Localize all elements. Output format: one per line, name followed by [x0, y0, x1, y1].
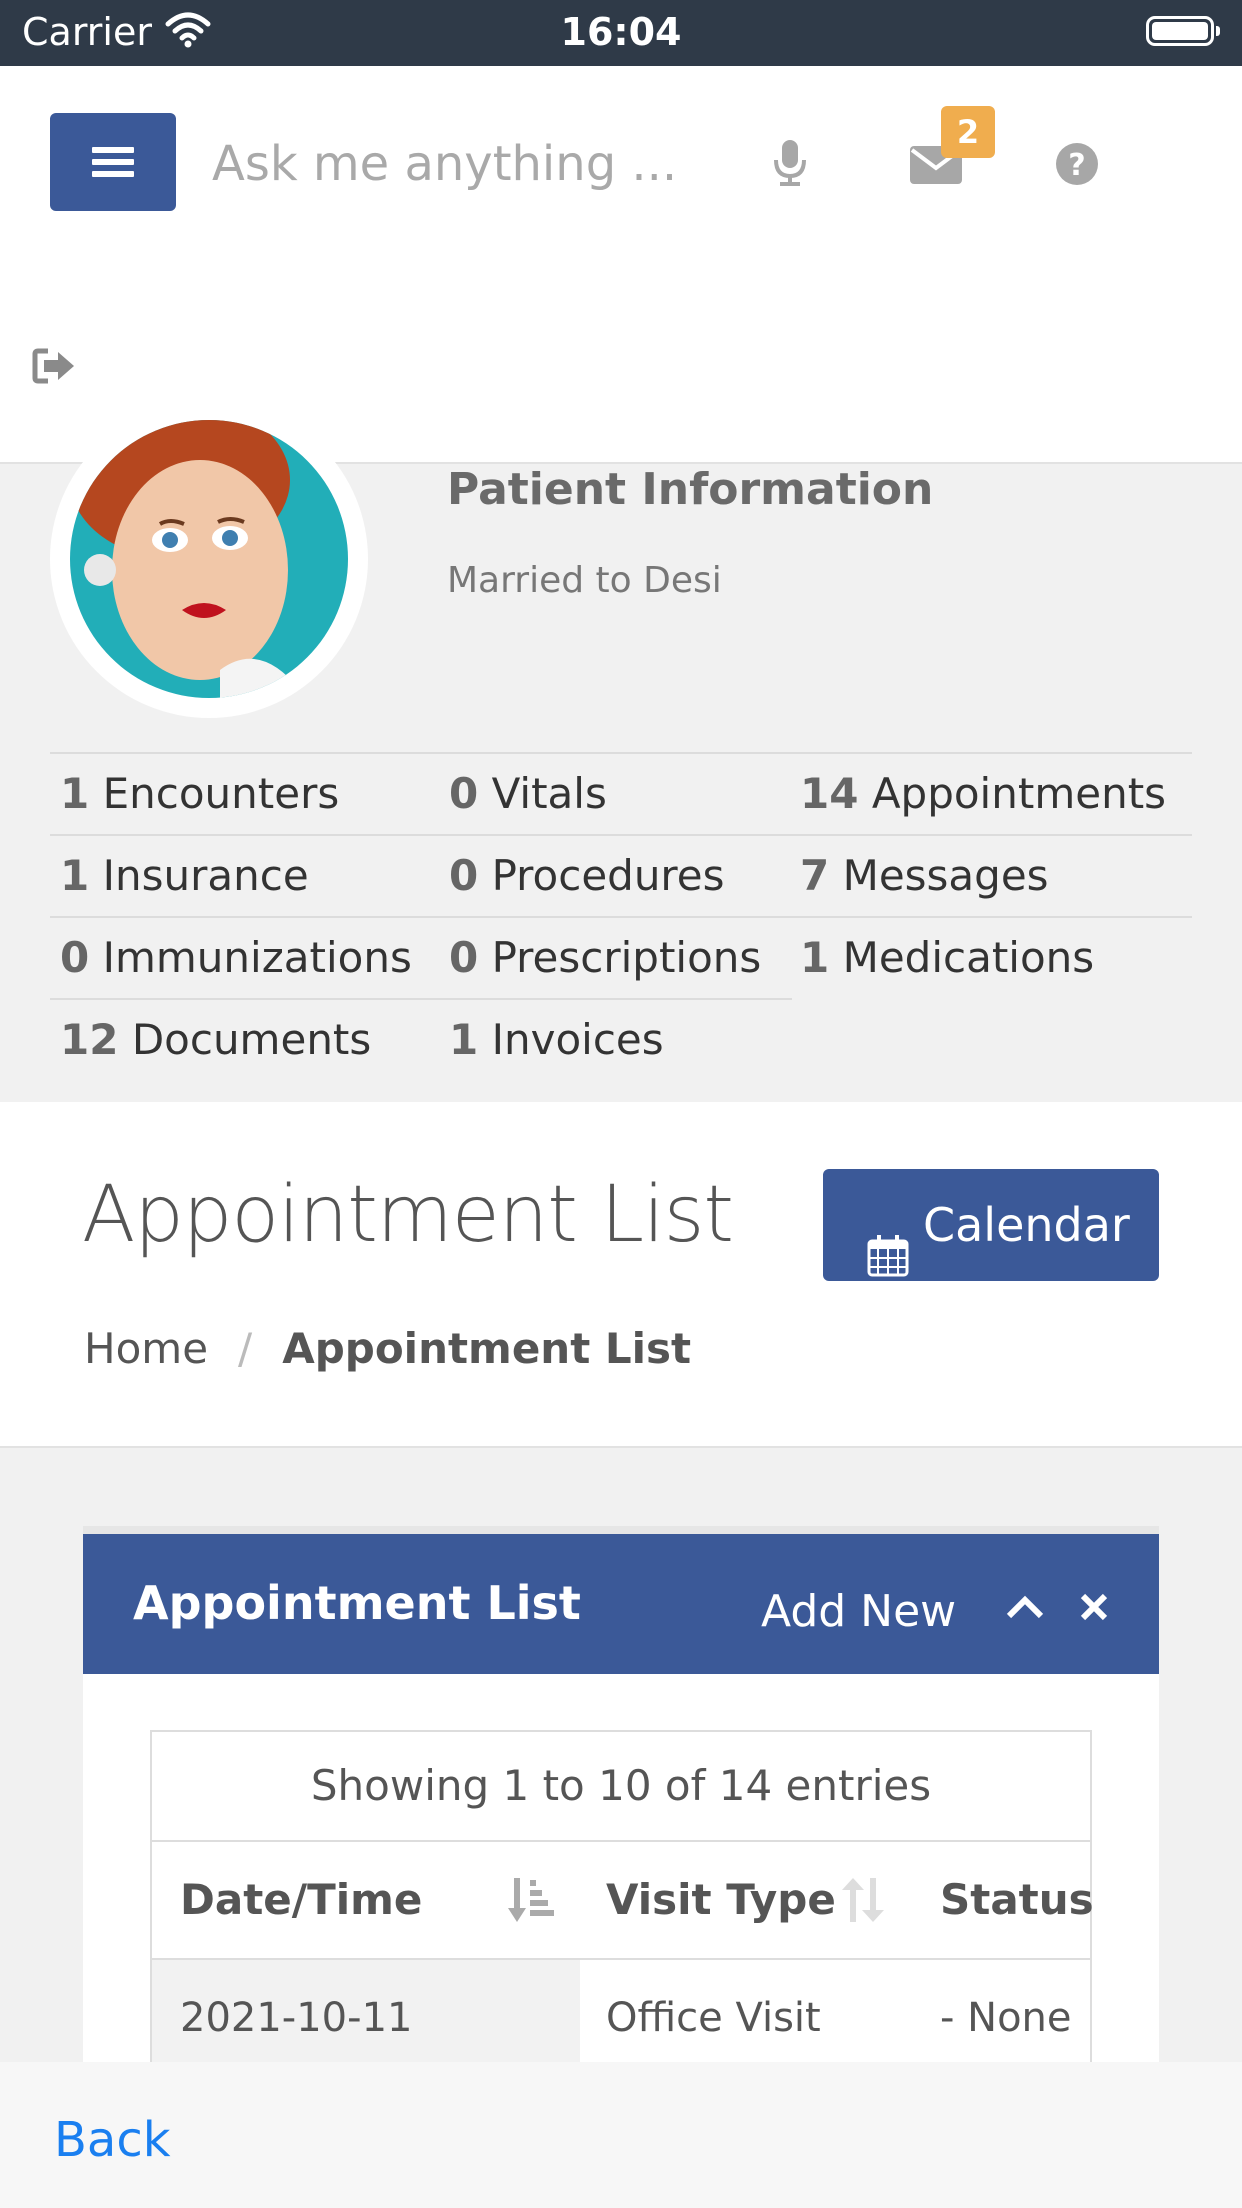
panel-title: Appointment List: [133, 1576, 581, 1630]
stat-count: 0: [60, 933, 90, 982]
page-heading: Appointment List Calendar Home / Appointme…: [0, 1102, 1242, 1448]
appointments-table: Showing 1 to 10 of 14 entries Date/Time …: [150, 1730, 1094, 2157]
stat-count: 1: [449, 1015, 479, 1064]
stat-count: 1: [60, 851, 90, 900]
stat-label: Appointments: [871, 769, 1167, 818]
page-title: Appointment List: [82, 1170, 734, 1260]
column-header-datetime[interactable]: Date/Time: [180, 1842, 422, 1958]
stat-label: Medications: [842, 933, 1095, 982]
table-info: Showing 1 to 10 of 14 entries: [152, 1732, 1090, 1842]
mail-badge[interactable]: 2: [941, 106, 995, 158]
svg-text:?: ?: [1068, 148, 1085, 183]
stat-count: 12: [60, 1015, 119, 1064]
cell-visit-type: Office Visit: [606, 1995, 821, 2041]
patient-summary: Patient Information Married to Desi 1 En…: [0, 400, 1242, 1102]
table-header-row: Date/Time Visit Type Status: [152, 1842, 1094, 1960]
stat-count: 0: [449, 851, 479, 900]
hamburger-icon: [92, 147, 134, 153]
stat-label: Vitals: [491, 769, 607, 818]
battery-icon: [1146, 16, 1220, 46]
sort-icon[interactable]: [842, 1878, 886, 1926]
help-icon[interactable]: ?: [1056, 143, 1098, 189]
breadcrumb: Home / Appointment List: [84, 1324, 691, 1373]
logout-icon[interactable]: [32, 348, 76, 388]
table-row[interactable]: 2021-10-11 14:20:48 Office Visit - None: [152, 1960, 1090, 2157]
stat-invoices[interactable]: 1 Invoices: [446, 998, 792, 1080]
breadcrumb-current: Appointment List: [282, 1324, 692, 1373]
stat-count: 7: [800, 851, 830, 900]
calendar-button[interactable]: Calendar: [823, 1169, 1159, 1281]
stat-count: 1: [60, 769, 90, 818]
chevron-up-icon[interactable]: [1005, 1594, 1045, 1624]
add-new-link[interactable]: Add New: [761, 1586, 956, 1637]
column-header-status[interactable]: Status: [940, 1842, 1094, 1958]
stat-label: Encounters: [102, 769, 340, 818]
stat-label: Prescriptions: [491, 933, 762, 982]
cell-status: - None: [940, 1995, 1072, 2041]
stat-count: 14: [800, 769, 859, 818]
patient-avatar[interactable]: [50, 400, 368, 718]
search-input[interactable]: [210, 128, 694, 200]
stat-label: Immunizations: [102, 933, 412, 982]
patient-info-title: Patient Information: [447, 464, 934, 515]
stat-appointments[interactable]: 14 Appointments: [792, 752, 1192, 834]
calendar-button-label: Calendar: [923, 1198, 1130, 1252]
stat-messages[interactable]: 7 Messages: [792, 834, 1192, 916]
stat-prescriptions[interactable]: 0 Prescriptions: [446, 916, 792, 998]
stat-label: Insurance: [102, 851, 309, 900]
stat-label: Invoices: [491, 1015, 664, 1064]
menu-button[interactable]: [50, 113, 176, 211]
sort-descending-icon[interactable]: [508, 1878, 554, 1926]
cell-datetime: 2021-10-11 14:20:48: [152, 1960, 580, 2157]
panel-header: Appointment List Add New: [83, 1526, 1159, 1674]
hamburger-icon-bar: [92, 171, 134, 177]
close-icon[interactable]: [1079, 1592, 1109, 1626]
stat-label: Messages: [842, 851, 1049, 900]
patient-info-subtitle: Married to Desi: [447, 560, 722, 601]
back-button[interactable]: Back: [54, 2112, 171, 2168]
stat-encounters[interactable]: 1 Encounters: [50, 752, 446, 834]
stat-count: 0: [449, 933, 479, 982]
stat-vitals[interactable]: 0 Vitals: [446, 752, 792, 834]
clock: 16:04: [560, 10, 682, 54]
status-bar: Carrier 16:04: [0, 0, 1242, 66]
bottom-toolbar: Back: [0, 2062, 1242, 2208]
hamburger-icon-bar: [92, 159, 134, 165]
stat-medications[interactable]: 1 Medications: [792, 916, 1192, 998]
stat-count: 1: [800, 933, 830, 982]
calendar-icon: [867, 1205, 909, 1317]
column-header-visit-type[interactable]: Visit Type: [606, 1842, 836, 1958]
stat-documents[interactable]: 12 Documents: [50, 998, 446, 1080]
stat-count: 0: [449, 769, 479, 818]
stat-immunizations[interactable]: 0 Immunizations: [50, 916, 446, 998]
breadcrumb-separator: /: [238, 1324, 253, 1373]
microphone-icon[interactable]: [772, 140, 808, 190]
stat-procedures[interactable]: 0 Procedures: [446, 834, 792, 916]
stat-label: Documents: [131, 1015, 372, 1064]
panel-body: Showing 1 to 10 of 14 entries Date/Time …: [83, 1674, 1159, 2157]
stat-insurance[interactable]: 1 Insurance: [50, 834, 446, 916]
stat-label: Procedures: [491, 851, 725, 900]
breadcrumb-home[interactable]: Home: [84, 1324, 208, 1373]
